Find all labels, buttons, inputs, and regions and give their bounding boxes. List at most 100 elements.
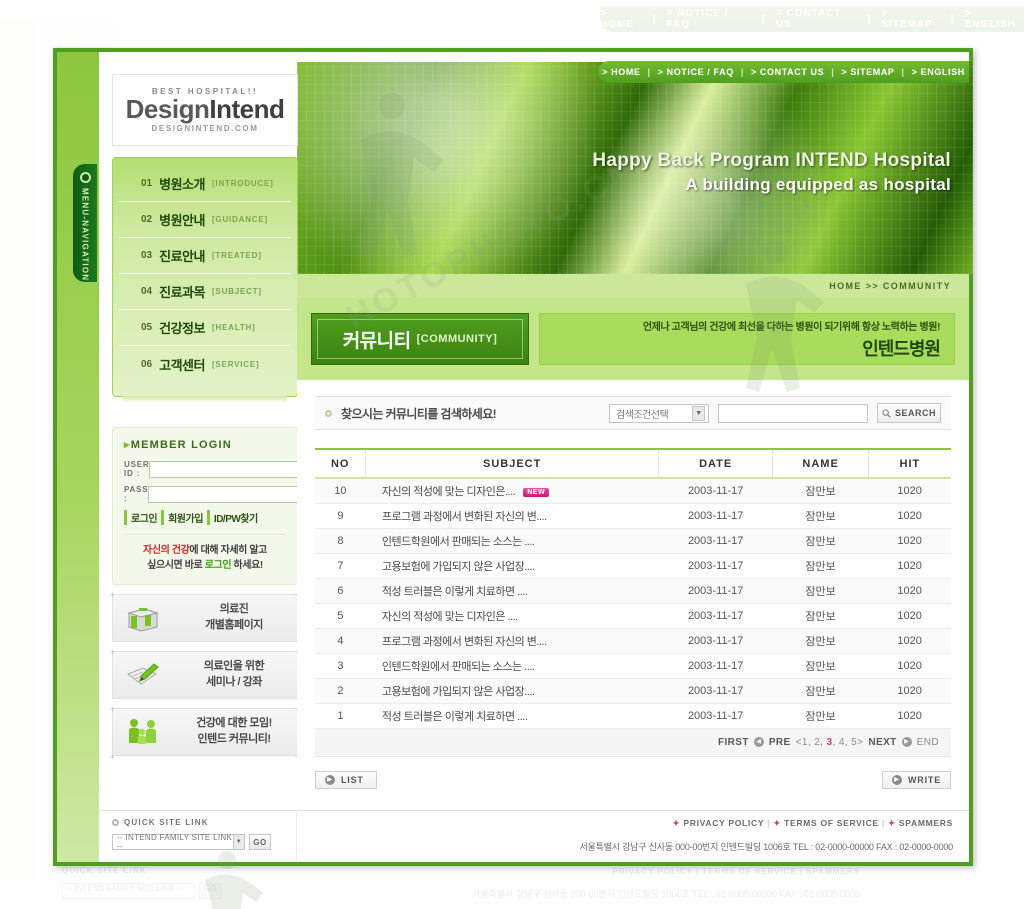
- pager-numbers: <1, 2, 3, 4, 5>: [795, 736, 864, 748]
- cell-subject[interactable]: 프로그램 과정에서 변화된 자신의 변....: [365, 628, 659, 654]
- cell-subject[interactable]: 프로그램 과정에서 변화된 자신의 변....: [365, 503, 659, 529]
- pager-first[interactable]: FIRST: [718, 737, 749, 748]
- list-button[interactable]: ▶ LIST: [315, 770, 377, 789]
- pager-page-3[interactable]: 3: [827, 737, 833, 748]
- ghost-sep-1: |: [652, 13, 657, 25]
- nav-notice-faq[interactable]: > NOTICE / FAQ: [658, 67, 734, 77]
- arrow-right-icon: ▶: [325, 774, 335, 785]
- table-row[interactable]: 5 자신의 적성에 맞는 디자인은 .... 2003-11-17 잠만보 10…: [315, 603, 951, 629]
- menu-num-4: 04: [141, 286, 153, 297]
- join-button[interactable]: 회원가입: [161, 510, 203, 525]
- circle-icon: [79, 172, 91, 183]
- sidebar-item-introduce[interactable]: 01 병원소개 [INTRODUCE]: [119, 166, 291, 202]
- cell-no: 4: [315, 628, 366, 654]
- cell-hit: 1020: [868, 603, 951, 629]
- search-button[interactable]: SEARCH: [877, 403, 941, 423]
- banner-community[interactable]: ++ ++ 건강에 대한 모임! 인텐드 커뮤니티!: [110, 704, 300, 762]
- sidebar-item-subject[interactable]: 04 진료과목 [SUBJECT]: [119, 274, 291, 310]
- sidebar-item-health[interactable]: 05 건강정보 [HEALTH]: [119, 310, 291, 346]
- ghost-quick-go: GO: [199, 883, 221, 899]
- nav-contact-us[interactable]: > CONTACT US: [751, 67, 824, 77]
- nav-sep-3: |: [831, 67, 835, 77]
- table-body: 10 자신의 적성에 맞는 디자인은.... NEW 2003-11-17 잠만보…: [315, 478, 951, 729]
- ghost-link-privacy: PRIVACY POLICY: [612, 866, 693, 876]
- pager-page-4[interactable]: 4: [839, 737, 845, 748]
- search-condition-select[interactable]: 검색조건선택 ▼: [609, 403, 709, 423]
- sidebar-item-treated[interactable]: 03 진료안내 [TREATED]: [119, 238, 291, 274]
- search-button-label: SEARCH: [894, 408, 936, 418]
- cell-no: 7: [315, 553, 366, 579]
- site-logo[interactable]: BEST HOSPITAL!! DesignIntend DESIGNINTEN…: [112, 74, 298, 146]
- footer-address: 서울특별시 강남구 신사동 000-00번지 인텐드빌딩 1006호 TEL :…: [579, 842, 953, 852]
- table-row[interactable]: 9 프로그램 과정에서 변화된 자신의 변.... 2003-11-17 잠만보…: [315, 503, 951, 529]
- breadcrumb-text: HOME >> COMMUNITY: [829, 281, 951, 291]
- cell-subject[interactable]: 고용보험에 가입되지 않은 사업장....: [365, 678, 659, 704]
- family-site-select[interactable]: -- INTEND FAMILY SITE LINK -- ▼: [112, 833, 245, 851]
- footer-link-privacy[interactable]: PRIVACY POLICY: [683, 818, 764, 828]
- cell-subject[interactable]: 적성 트러블은 이렇게 치료하면 ....: [365, 703, 659, 729]
- cell-hit: 1020: [868, 703, 951, 729]
- banner-seminar[interactable]: ++ 의료인을 위한 세미나 / 강좌: [110, 647, 300, 699]
- banner-doctor-homepage[interactable]: ++ 의료진 개별홈페이지: [110, 590, 300, 642]
- ghost-link-terms: TERMS OF SERVICE: [702, 866, 797, 876]
- sidebar-item-service[interactable]: 06 고객센터 [SERVICE]: [119, 346, 291, 382]
- pager-pre[interactable]: PRE: [769, 737, 791, 748]
- login-button[interactable]: 로그인: [124, 510, 158, 525]
- table-row[interactable]: 7 고용보험에 가입되지 않은 사업장.... 2003-11-17 잠만보 1…: [315, 553, 951, 579]
- go-button[interactable]: GO: [249, 834, 271, 850]
- ghost-address: 서울특별시 강남구 신사동 000-00번지 인텐드빌딩 1006호 TEL :…: [471, 889, 860, 899]
- menu-navigation-tab[interactable]: MENU-NAVIGATION: [73, 164, 97, 282]
- table-row[interactable]: 8 인텐드학원에서 판매되는 소스는 .... 2003-11-17 잠만보 1…: [315, 528, 951, 554]
- sidebar-item-guidance[interactable]: 02 병원안내 [GUIDANCE]: [119, 202, 291, 238]
- menu-en-4: [SUBJECT]: [211, 287, 262, 296]
- cell-date: 2003-11-17: [658, 578, 773, 604]
- cell-subject[interactable]: 고용보험에 가입되지 않은 사업장....: [365, 553, 659, 579]
- cell-subject[interactable]: 자신의 적성에 맞는 디자인은.... NEW: [365, 478, 659, 504]
- find-id-pw-button[interactable]: ID/PW찾기: [206, 510, 258, 525]
- login-note: 자신의 건강에 대해 자세히 알고 싶으시면 바로 로그인 하세요!: [124, 534, 286, 573]
- pass-row: PASS :: [124, 485, 328, 503]
- cell-date: 2003-11-17: [658, 628, 773, 654]
- write-button[interactable]: ▶ WRITE: [882, 770, 951, 789]
- ghost-sep-2: |: [761, 13, 766, 25]
- menu-num-5: 05: [141, 322, 153, 333]
- table-row[interactable]: 4 프로그램 과정에서 변화된 자신의 변.... 2003-11-17 잠만보…: [315, 628, 951, 654]
- bullet-icon: [112, 819, 119, 826]
- table-row[interactable]: 2 고용보험에 가입되지 않은 사업장.... 2003-11-17 잠만보 1…: [315, 678, 951, 704]
- arrow-right-icon: ▶: [892, 774, 902, 785]
- pager-next[interactable]: NEXT: [868, 737, 896, 748]
- search-label: 찾으시는 커뮤니티를 검색하세요!: [341, 406, 497, 421]
- nav-sep-4: |: [901, 67, 905, 77]
- table-row[interactable]: 6 적성 트러블은 이렇게 치료하면 .... 2003-11-17 잠만보 1…: [315, 578, 951, 604]
- cell-subject[interactable]: 적성 트러블은 이렇게 치료하면 ....: [365, 578, 659, 604]
- cell-name: 잠만보: [772, 578, 869, 604]
- cell-no: 3: [315, 653, 366, 679]
- hero-line-2: A building equipped as hospital: [685, 175, 951, 194]
- cell-subject[interactable]: 인텐드학원에서 판매되는 소스는 ....: [365, 653, 659, 679]
- prev-arrow-icon[interactable]: ◀: [753, 737, 764, 747]
- nav-home[interactable]: > HOME: [602, 67, 640, 77]
- ghost-quick-select: -- INTEND FAMILY SITE LINK --: [62, 883, 195, 899]
- page-title: 커뮤니티 [COMMUNITY]: [311, 313, 529, 365]
- table-row[interactable]: 3 인텐드학원에서 판매되는 소스는 .... 2003-11-17 잠만보 1…: [315, 653, 951, 679]
- nav-sitemap[interactable]: > SITEMAP: [841, 67, 894, 77]
- footer-link-spammers[interactable]: SPAMMERS: [899, 818, 953, 828]
- menu-num-3: 03: [141, 250, 153, 261]
- pager-page-1[interactable]: 1: [802, 737, 808, 748]
- sidebar: 01 병원소개 [INTRODUCE] 02 병원안내 [GUIDANCE] 0…: [99, 157, 329, 762]
- pager-page-2[interactable]: 2: [814, 737, 820, 748]
- family-site-value: -- INTEND FAMILY SITE LINK --: [117, 833, 233, 851]
- table-row[interactable]: 10 자신의 적성에 맞는 디자인은.... NEW 2003-11-17 잠만보…: [315, 478, 951, 504]
- next-arrow-icon[interactable]: ▶: [901, 737, 912, 747]
- search-input[interactable]: [718, 403, 868, 423]
- pager-end[interactable]: END: [917, 737, 939, 748]
- cell-subject[interactable]: 자신의 적성에 맞는 디자인은 ....: [365, 603, 659, 629]
- table-row[interactable]: 1 적성 트러블은 이렇게 치료하면 .... 2003-11-17 잠만보 1…: [315, 703, 951, 729]
- nav-english[interactable]: > ENGLISH: [912, 67, 965, 77]
- footer-link-terms[interactable]: TERMS OF SERVICE: [784, 818, 879, 828]
- logo-domain: DESIGNINTEND.COM: [151, 123, 259, 133]
- new-badge: NEW: [523, 487, 550, 497]
- cell-subject[interactable]: 인텐드학원에서 판매되는 소스는 ....: [365, 528, 659, 554]
- top-navigation[interactable]: > HOME | > NOTICE / FAQ | > CONTACT US |…: [598, 61, 969, 83]
- cell-date: 2003-11-17: [658, 678, 773, 704]
